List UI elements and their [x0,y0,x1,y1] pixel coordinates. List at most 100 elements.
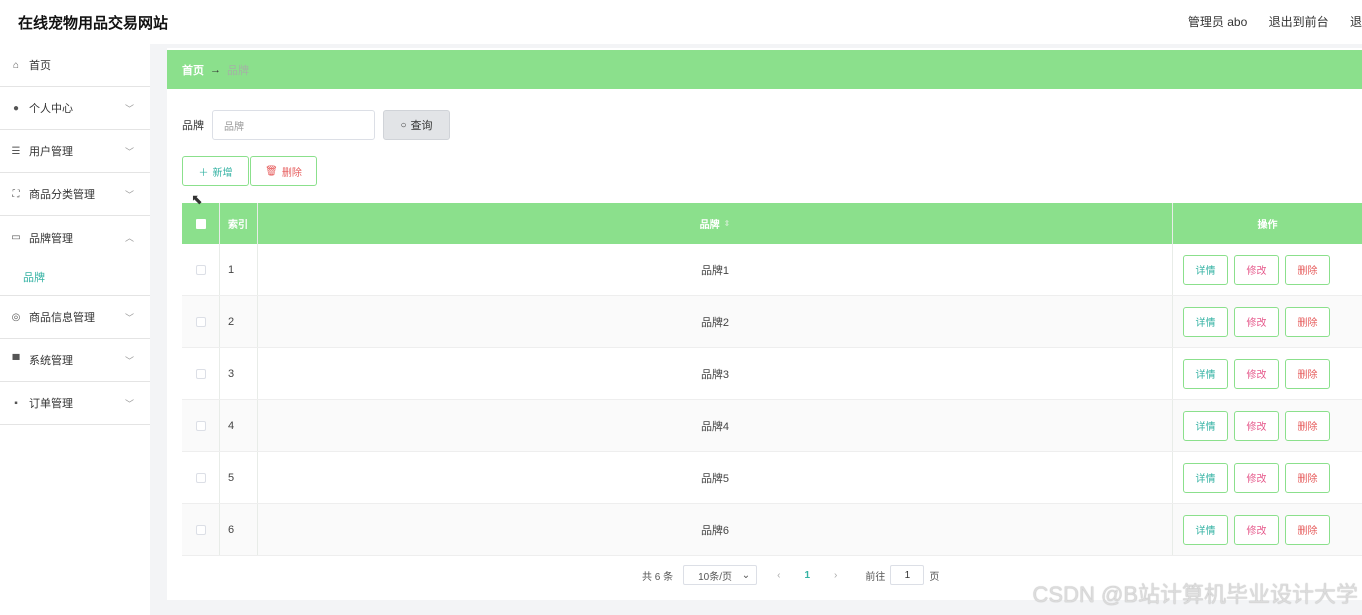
exit-to-front-link[interactable]: 退出到前台 [1269,15,1329,29]
sidebar-item-users[interactable]: ☰ 用户管理 ﹀ [0,130,150,173]
edit-button[interactable]: 修改 [1234,358,1279,389]
detail-button[interactable]: 详情 [1183,306,1228,337]
delete-button[interactable]: 删除 [1285,462,1330,493]
table-header: 索引 品牌 ⇕ 操作 [182,203,1362,244]
detail-button[interactable]: 详情 [1183,462,1228,493]
edit-button[interactable]: 修改 [1234,410,1279,441]
sort-icon[interactable]: ⇕ [724,219,731,228]
table-row: 3 品牌3 详情 修改 删除 [182,348,1362,400]
delete-button-label: 删除 [281,167,302,179]
detail-button[interactable]: 详情 [1183,358,1228,389]
row-ops: 详情 修改 删除 [1173,348,1362,399]
sidebar-item-goods[interactable]: ◎ 商品信息管理 ﹀ [0,296,150,339]
sidebar-item-personal[interactable]: ● 个人中心 ﹀ [0,87,150,130]
row-check-cell[interactable] [182,452,220,503]
brand-search-input[interactable]: 品牌 [212,110,375,140]
row-brand-name: 品牌1 [258,244,1173,295]
logout-link[interactable]: 退 [1350,15,1362,29]
delete-button[interactable]: 删除 [1285,514,1330,545]
delete-button[interactable]: 删除 [1285,254,1330,285]
detail-button[interactable]: 详情 [1183,514,1228,545]
main-panel: 首页 → 品牌 品牌 品牌 ○ 查询 ＋ 新增 🗑 删除 索引 品牌 ⇕ 操作 [167,48,1362,600]
add-button[interactable]: ＋ 新增 [182,156,249,186]
row-checkbox[interactable] [195,316,206,327]
row-index: 3 [220,348,258,399]
row-check-cell[interactable] [182,296,220,347]
chat-icon: ▭ [11,232,21,243]
sidebar-item-label: 品牌管理 [29,232,73,245]
table-row: 6 品牌6 详情 修改 删除 [182,504,1362,556]
edit-button[interactable]: 修改 [1234,254,1279,285]
sidebar-item-orders[interactable]: ▪ 订单管理 ﹀ [0,382,150,425]
admin-user-label: 管理员 abo [1187,15,1248,29]
row-check-cell[interactable] [182,348,220,399]
add-button-label: 新增 [212,167,233,179]
sidebar: ⌂ 首页 ● 个人中心 ﹀ ☰ 用户管理 ﹀ ⛶ 商品分类管理 ﹀ ▭ 品牌管理… [0,44,150,615]
search-icon: ○ [400,119,407,131]
chevron-down-icon: ﹀ [124,104,134,114]
row-check-cell[interactable] [182,504,220,555]
search-button[interactable]: ○ 查询 [383,110,450,140]
breadcrumb-current: 品牌 [227,64,249,77]
row-brand-name: 品牌3 [258,348,1173,399]
edit-button[interactable]: 修改 [1234,306,1279,337]
row-ops: 详情 修改 删除 [1173,296,1362,347]
pagination: 共 6 条 10条/页 ⌄ ‹ 1 › 前往 1 页 [642,565,939,585]
row-checkbox[interactable] [195,264,206,275]
breadcrumb-home[interactable]: 首页 [182,62,204,78]
plus-icon: ＋ [198,167,209,179]
sidebar-item-label: 订单管理 [29,398,73,410]
table-row: 5 品牌5 详情 修改 删除 [182,452,1362,504]
delete-button[interactable]: 删除 [1285,358,1330,389]
sidebar-item-label: 首页 [29,60,51,72]
current-page[interactable]: 1 [804,570,810,581]
select-all-checkbox[interactable] [195,218,206,229]
row-checkbox[interactable] [195,524,206,535]
row-index: 6 [220,504,258,555]
delete-button[interactable]: 删除 [1285,306,1330,337]
row-brand-name: 品牌5 [258,452,1173,503]
sidebar-item-label: 个人中心 [29,103,73,115]
sidebar-subitem-brand[interactable]: 品牌 [0,259,150,296]
prev-page-button[interactable]: ‹ [777,570,780,581]
user-icon: ● [12,102,20,114]
chevron-down-icon: ﹀ [124,399,134,409]
breadcrumb: 首页 → 品牌 [167,50,1362,89]
row-ops: 详情 修改 删除 [1173,244,1362,295]
edit-button[interactable]: 修改 [1234,514,1279,545]
row-check-cell[interactable] [182,244,220,295]
sidebar-item-home[interactable]: ⌂ 首页 [0,44,150,87]
sidebar-item-system[interactable]: ▀ 系统管理 ﹀ [0,339,150,382]
row-ops: 详情 修改 删除 [1173,452,1362,503]
row-index: 5 [220,452,258,503]
page-size-select[interactable]: 10条/页 ⌄ [683,565,758,585]
row-checkbox[interactable] [195,368,206,379]
row-checkbox[interactable] [195,472,206,483]
row-checkbox[interactable] [195,420,206,431]
sidebar-item-label: 商品信息管理 [29,312,95,324]
header-brand[interactable]: 品牌 ⇕ [258,203,1173,244]
header-brand-label: 品牌 [699,220,720,231]
page-suffix: 页 [929,571,940,583]
goto-page-input[interactable]: 1 [890,565,925,585]
top-right-links: 管理员 abo 退出到前台 退 [1170,13,1362,30]
breadcrumb-arrow-icon: → [210,63,221,76]
detail-button[interactable]: 详情 [1183,410,1228,441]
next-page-button[interactable]: › [834,570,837,581]
detail-button[interactable]: 详情 [1183,254,1228,285]
sidebar-item-label: 系统管理 [29,355,73,367]
row-check-cell[interactable] [182,400,220,451]
row-index: 4 [220,400,258,451]
list-icon: ☰ [11,145,21,157]
goto-label: 前往 [865,571,886,583]
chevron-down-icon: ⌄ [741,569,751,581]
sidebar-item-brand[interactable]: ▭ 品牌管理 ︿ [0,216,150,259]
edit-button[interactable]: 修改 [1234,462,1279,493]
row-brand-name: 品牌2 [258,296,1173,347]
home-icon: ⌂ [12,59,20,71]
header-index: 索引 [220,203,258,244]
sidebar-item-category[interactable]: ⛶ 商品分类管理 ﹀ [0,173,150,216]
batch-delete-button[interactable]: 🗑 删除 [250,156,317,186]
delete-button[interactable]: 删除 [1285,410,1330,441]
select-all-cell[interactable] [182,203,220,244]
